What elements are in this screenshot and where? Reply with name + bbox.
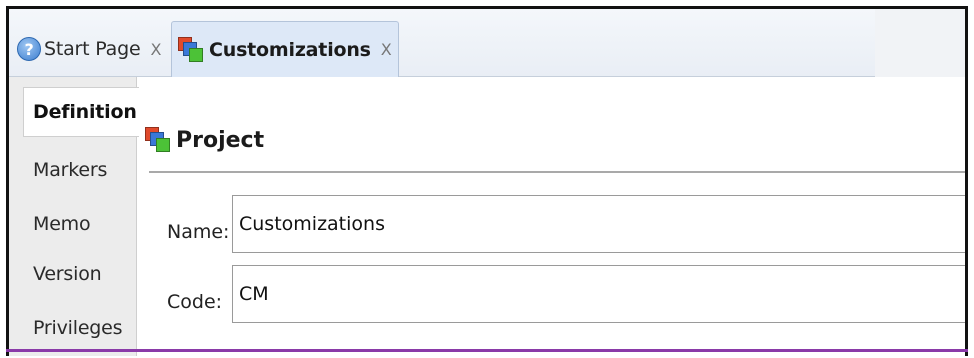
project-stack-icon	[178, 36, 204, 63]
tab-start-page[interactable]: ? Start Page X	[17, 21, 169, 77]
tab-strip: ? Start Page X Customizations X	[9, 9, 965, 77]
tab-label: Start Page	[44, 38, 141, 60]
name-field[interactable]	[232, 195, 965, 253]
tab-strip-filler	[875, 9, 965, 77]
help-icon: ?	[17, 37, 41, 61]
section-title: Project	[145, 127, 264, 153]
side-tab-version[interactable]: Version	[33, 263, 102, 285]
tab-customizations[interactable]: Customizations X	[171, 21, 399, 77]
side-tab-markers[interactable]: Markers	[33, 159, 107, 181]
section-title-text: Project	[176, 127, 265, 153]
name-label: Name:	[167, 221, 230, 243]
code-label: Code:	[167, 291, 223, 313]
project-stack-icon	[145, 127, 171, 153]
close-icon[interactable]: X	[150, 40, 161, 59]
code-field[interactable]	[232, 265, 965, 323]
editor-window: ? Start Page X Customizations X Definiti…	[6, 6, 968, 356]
side-tab-memo[interactable]: Memo	[33, 213, 91, 235]
bottom-accent-line	[6, 349, 968, 352]
section-divider	[149, 171, 965, 173]
tab-label: Customizations	[209, 38, 371, 61]
side-tab-definition[interactable]: Definition	[33, 101, 137, 123]
close-icon[interactable]: X	[381, 40, 392, 59]
side-tab-bar: Definition Markers Memo Version Privileg…	[9, 77, 139, 356]
side-tab-privileges[interactable]: Privileges	[33, 317, 123, 339]
